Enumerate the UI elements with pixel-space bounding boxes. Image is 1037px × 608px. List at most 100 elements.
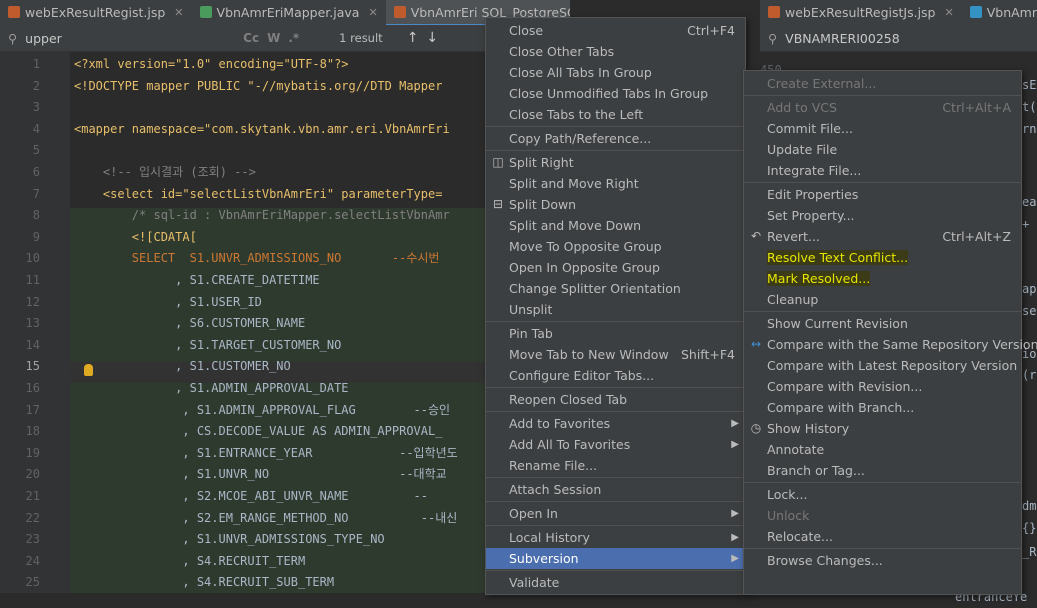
- svn-item-compare-with-the-same-repository-version[interactable]: Compare with the Same Repository Version…: [744, 334, 1037, 355]
- menu-item-label: Close All Tabs In Group: [509, 65, 652, 80]
- menu-item-split-down[interactable]: Split Down ⊟: [486, 194, 745, 215]
- menu-item-label: Close: [509, 23, 544, 38]
- tab-webexresultregist-jsp[interactable]: webExResultRegist.jsp ✕: [0, 0, 192, 24]
- svn-item-relocate[interactable]: Relocate...: [744, 526, 1021, 547]
- menu-separator: [486, 321, 745, 322]
- menu-item-open-in-opposite-group[interactable]: Open In Opposite Group: [486, 257, 745, 278]
- menu-item-label: Open In Opposite Group: [509, 260, 660, 275]
- code-line: , S1.USER_ID: [74, 294, 262, 309]
- menu-item-label: Show History: [767, 421, 850, 436]
- menu-item-local-history[interactable]: Local History ▶: [486, 527, 745, 548]
- menu-item-move-tab-to-new-window[interactable]: Move Tab to New Window Shift+F4: [486, 344, 745, 365]
- svn-item-annotate[interactable]: Annotate: [744, 439, 1021, 460]
- shortcut-label: Ctrl+F4: [687, 23, 735, 38]
- svn-item-lock[interactable]: Lock...: [744, 484, 1021, 505]
- code-fragment: ea: [1022, 195, 1037, 209]
- menu-item-reopen-closed-tab[interactable]: Reopen Closed Tab: [486, 389, 745, 410]
- tab-webexresultregistjs-jsp[interactable]: webExResultRegistJs.jsp ✕: [760, 0, 962, 24]
- line-number: 6: [32, 165, 40, 179]
- menu-item-pin-tab[interactable]: Pin Tab: [486, 323, 745, 344]
- menu-item-label: Copy Path/Reference...: [509, 131, 652, 146]
- menu-item-move-to-opposite-group[interactable]: Move To Opposite Group: [486, 236, 745, 257]
- code-fragment: {}: [1022, 521, 1037, 535]
- words-toggle[interactable]: W: [267, 31, 280, 45]
- code-line: , S2.MCOE_ABI_UNVR_NAME --: [74, 489, 429, 503]
- menu-item-close-all-tabs-in-group[interactable]: Close All Tabs In Group: [486, 62, 745, 83]
- menu-item-rename-file[interactable]: Rename File...: [486, 455, 745, 476]
- menu-item-unsplit[interactable]: Unsplit: [486, 299, 745, 320]
- svn-item-show-history[interactable]: Show History ◷: [744, 418, 1021, 439]
- menu-item-label: Relocate...: [767, 529, 833, 544]
- right-search-input[interactable]: VBNAMRERI00258: [785, 31, 900, 46]
- menu-item-subversion[interactable]: Subversion ▶: [486, 548, 745, 569]
- svn-item-integrate-file[interactable]: Integrate File...: [744, 160, 1021, 181]
- menu-item-close[interactable]: Close Ctrl+F4: [486, 20, 745, 41]
- menu-item-label: Annotate: [767, 442, 825, 457]
- menu-item-label: Integrate File...: [767, 163, 862, 178]
- menu-item-close-other-tabs[interactable]: Close Other Tabs: [486, 41, 745, 62]
- menu-item-close-tabs-to-the-left[interactable]: Close Tabs to the Left: [486, 104, 745, 125]
- line-number: 1: [32, 57, 40, 71]
- menu-item-attach-session[interactable]: Attach Session: [486, 479, 745, 500]
- menu-item-add-all-to-favorites[interactable]: Add All To Favorites ▶: [486, 434, 745, 455]
- svn-item-cleanup[interactable]: Cleanup: [744, 289, 1021, 310]
- menu-item-open-in[interactable]: Open In ▶: [486, 503, 745, 524]
- shortcut-label: Ctrl+Alt+A: [942, 100, 1011, 115]
- menu-item-label: Add All To Favorites: [509, 437, 631, 452]
- previous-occurrence-icon[interactable]: ↑: [407, 30, 419, 46]
- svn-item-add-to-vcs[interactable]: Add to VCS Ctrl+Alt+A: [744, 97, 1021, 118]
- svn-item-set-property[interactable]: Set Property...: [744, 205, 1021, 226]
- menu-item-label: Change Splitter Orientation: [509, 281, 681, 296]
- svn-item-resolve-text-conflict[interactable]: Resolve Text Conflict...: [744, 247, 1021, 268]
- menu-item-label: Unsplit: [509, 302, 553, 317]
- code-line: <!-- 입시결과 (조회) -->: [74, 165, 256, 179]
- menu-item-label: Unlock: [767, 508, 810, 523]
- code-editor[interactable]: <?xml version="1.0" encoding="UTF-8"?> <!…: [70, 52, 485, 593]
- menu-separator: [744, 182, 1021, 183]
- code-fragment: (r: [1022, 368, 1037, 382]
- close-tab-icon[interactable]: ✕: [174, 6, 183, 19]
- svn-item-commit-file[interactable]: Commit File...: [744, 118, 1021, 139]
- line-number: 19: [25, 445, 40, 460]
- menu-separator: [486, 411, 745, 412]
- svn-item-create-external[interactable]: Create External...: [744, 73, 1021, 94]
- code-fragment: _R: [1022, 545, 1037, 559]
- tab-vbnamreriser[interactable]: VbnAmrEriSer✕: [962, 0, 1037, 24]
- menu-item-label: Add to VCS: [767, 100, 837, 115]
- next-occurrence-icon[interactable]: ↓: [426, 30, 438, 46]
- menu-item-validate[interactable]: Validate: [486, 572, 745, 593]
- menu-item-split-and-move-down[interactable]: Split and Move Down: [486, 215, 745, 236]
- menu-item-close-unmodified-tabs-in-group[interactable]: Close Unmodified Tabs In Group: [486, 83, 745, 104]
- code-fragment: sE: [1022, 78, 1037, 92]
- menu-item-label: Validate: [509, 575, 560, 590]
- menu-item-copy-path-reference[interactable]: Copy Path/Reference...: [486, 128, 745, 149]
- menu-item-split-and-move-right[interactable]: Split and Move Right: [486, 173, 745, 194]
- svn-item-compare-with-branch[interactable]: Compare with Branch...: [744, 397, 1021, 418]
- intention-bulb-icon[interactable]: [84, 364, 93, 376]
- search-input[interactable]: upper: [25, 31, 235, 46]
- menu-item-add-to-favorites[interactable]: Add to Favorites ▶: [486, 413, 745, 434]
- svn-item-compare-with-revision[interactable]: Compare with Revision...: [744, 376, 1021, 397]
- svn-item-update-file[interactable]: Update File: [744, 139, 1021, 160]
- menu-item-label: Set Property...: [767, 208, 855, 223]
- close-tab-icon[interactable]: ✕: [945, 6, 954, 19]
- search-icon: ⚲: [768, 30, 778, 46]
- menu-item-split-right[interactable]: Split Right ◫: [486, 152, 745, 173]
- menu-item-configure-editor-tabs[interactable]: Configure Editor Tabs...: [486, 365, 745, 386]
- menu-item-change-splitter-orientation[interactable]: Change Splitter Orientation: [486, 278, 745, 299]
- regex-toggle[interactable]: .*: [288, 31, 299, 45]
- tab-vbnamrerimapper-java[interactable]: VbnAmrEriMapper.java ✕: [192, 0, 386, 24]
- svn-item-unlock[interactable]: Unlock: [744, 505, 1021, 526]
- match-case-toggle[interactable]: Cc: [243, 31, 259, 45]
- svn-item-mark-resolved[interactable]: Mark Resolved...: [744, 268, 1021, 289]
- svn-item-edit-properties[interactable]: Edit Properties: [744, 184, 1021, 205]
- code-fragment: se: [1022, 304, 1037, 318]
- svn-item-branch-or-tag[interactable]: Branch or Tag...: [744, 460, 1021, 481]
- svn-item-revert[interactable]: Revert... ↶ Ctrl+Alt+Z: [744, 226, 1021, 247]
- close-tab-icon[interactable]: ✕: [368, 6, 377, 19]
- submenu-arrow-icon: ▶: [731, 418, 739, 429]
- split-right-icon: ◫: [492, 155, 504, 169]
- svn-item-browse-changes[interactable]: Browse Changes...: [744, 550, 1021, 571]
- svn-item-show-current-revision[interactable]: Show Current Revision: [744, 313, 1021, 334]
- svn-item-compare-with-latest-repository-version[interactable]: Compare with Latest Repository Version: [744, 355, 1021, 376]
